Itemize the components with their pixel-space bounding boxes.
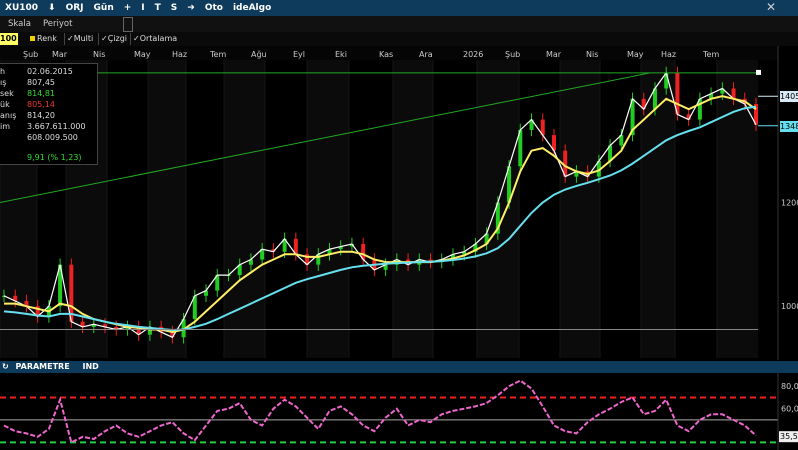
x-tick-label: Mar xyxy=(546,50,562,59)
info-value-date: 02.06.2015 xyxy=(27,67,73,76)
month-band xyxy=(641,47,675,358)
month-band xyxy=(307,47,349,358)
info-value-open: 807,45 xyxy=(27,78,55,87)
x-tick-label: Haz xyxy=(661,50,676,59)
x-tick-label: Eki xyxy=(335,50,347,59)
info-label-open: ış xyxy=(0,78,7,87)
rsi-tick-label: 60,00 xyxy=(781,405,798,414)
price-chart[interactable]: Şub Mar Nis May Haz Tem Ağu Eyl Eki Kas Ara 2026 Şub… xyxy=(0,0,798,450)
x-tick-label: Nis xyxy=(93,50,105,59)
month-band xyxy=(148,47,186,358)
rsi-value-label: 35,53 xyxy=(780,432,798,441)
x-tick-label: Eyl xyxy=(293,50,305,59)
info-value-lot: 608.009.500 xyxy=(27,133,78,142)
x-tick-label: Mar xyxy=(52,50,68,59)
month-band xyxy=(224,47,265,358)
rsi-tick-label: 80,00 xyxy=(781,382,798,391)
ind-button[interactable]: IND xyxy=(72,362,98,371)
info-value-high: 814,81 xyxy=(27,89,55,98)
info-label-volume: im xyxy=(0,122,11,131)
info-value-change: 9,91 (% 1,23) xyxy=(27,153,82,162)
info-value-close: 814,20 xyxy=(27,111,55,120)
y-tick-label: 1200 xyxy=(781,199,798,208)
info-label-low: ük xyxy=(0,100,10,109)
month-band xyxy=(560,47,600,358)
x-tick-label: Ara xyxy=(419,50,433,59)
x-tick-label: Nis xyxy=(586,50,598,59)
y-tick-label: 1000 xyxy=(781,302,798,311)
x-tick-label: 2026 xyxy=(463,50,483,59)
x-tick-label: Haz xyxy=(172,50,187,59)
x-tick-label: Şub xyxy=(505,50,520,59)
x-tick-label: Ağu xyxy=(251,50,267,59)
x-tick-label: Tem xyxy=(209,50,226,59)
parametre-button[interactable]: PARAMETRE xyxy=(12,362,70,371)
ohlc-info-box: h 02.06.2015 ış 807,45 sek 814,81 ük 805… xyxy=(0,63,98,165)
x-tick-label: Şub xyxy=(23,50,38,59)
info-value-volume: 3.667.611.000 xyxy=(27,122,86,131)
info-label-date: h xyxy=(0,67,6,76)
x-tick-label: May xyxy=(134,50,151,59)
x-tick-label: May xyxy=(627,50,644,59)
info-label-high: sek xyxy=(0,89,14,98)
trendline-handle xyxy=(756,69,761,75)
month-band xyxy=(393,47,433,358)
x-tick-label: Kas xyxy=(379,50,393,59)
x-tick-label: Tem xyxy=(702,50,719,59)
refresh-icon[interactable]: ↻ xyxy=(0,362,9,371)
indicator-panel-bar: ↻ PARAMETRE IND xyxy=(0,361,798,373)
price-tag-1348: 1348 xyxy=(780,120,798,132)
price-tag-1405: 1405 xyxy=(780,91,798,103)
info-value-low: 805,14 xyxy=(27,100,55,109)
info-label-close: anış xyxy=(0,111,17,120)
